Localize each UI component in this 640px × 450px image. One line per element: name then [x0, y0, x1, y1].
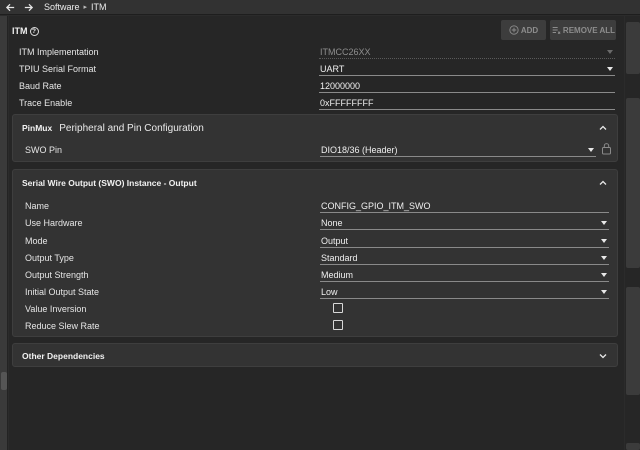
use-hardware-select[interactable]: None: [320, 215, 609, 230]
field-initial-output-state: Initial Output State Low: [25, 284, 609, 301]
config-pane: ITM ? ADD REMOVE ALL ITM Implementation …: [9, 16, 624, 450]
tpiu-serial-format-select[interactable]: UART: [319, 61, 615, 76]
swo-panel-header[interactable]: Serial Wire Output (SWO) Instance - Outp…: [13, 170, 617, 196]
left-scroll-strip[interactable]: [0, 16, 8, 450]
other-dependencies-title: Other Dependencies: [22, 351, 105, 361]
breadcrumb: Software ▸ ITM: [44, 2, 107, 12]
field-output-type: Output Type Standard: [25, 250, 609, 267]
field-label: Output Type: [25, 253, 74, 263]
pinmux-panel-title: PinMux Peripheral and Pin Configuration: [22, 123, 204, 134]
name-input[interactable]: CONFIG_GPIO_ITM_SWO: [320, 198, 609, 213]
right-rail: [625, 16, 640, 450]
left-scroll-thumb[interactable]: [1, 372, 7, 390]
page-title: ITM ?: [12, 26, 39, 36]
field-trace-enable: Trace Enable 0xFFFFFFFF: [19, 95, 615, 112]
output-strength-select[interactable]: Medium: [320, 267, 609, 282]
field-label: Reduce Slew Rate: [25, 321, 100, 331]
initial-output-state-select[interactable]: Low: [320, 284, 609, 299]
field-value: ITMCC26XX: [320, 47, 371, 57]
field-value: Output: [321, 236, 349, 246]
add-circle-icon: [509, 25, 519, 35]
breadcrumb-item-itm[interactable]: ITM: [91, 2, 107, 12]
field-value: UART: [320, 64, 345, 74]
field-reduce-slew-rate: Reduce Slew Rate: [25, 318, 609, 335]
field-label: Output Strength: [25, 270, 89, 280]
remove-all-icon: [552, 27, 561, 35]
chevron-down-icon: [601, 290, 607, 294]
swo-instance-panel: Serial Wire Output (SWO) Instance - Outp…: [12, 169, 618, 337]
field-value: DIO18/36 (Header): [321, 145, 398, 155]
field-label: SWO Pin: [25, 145, 63, 155]
reduce-slew-rate-checkbox[interactable]: [333, 320, 343, 330]
add-button[interactable]: ADD: [501, 20, 546, 40]
trace-enable-input[interactable]: 0xFFFFFFFF: [319, 95, 615, 110]
back-arrow-icon[interactable]: [2, 0, 18, 15]
field-label: Use Hardware: [25, 218, 83, 228]
forward-arrow-icon[interactable]: [20, 0, 36, 15]
field-value: Standard: [321, 253, 358, 263]
field-label: ITM Implementation: [19, 47, 99, 57]
chevron-down-icon: [601, 239, 607, 243]
field-label: TPIU Serial Format: [19, 64, 97, 74]
field-name: Name CONFIG_GPIO_ITM_SWO: [25, 198, 609, 215]
module-header: ITM ? ADD REMOVE ALL: [9, 16, 624, 46]
remove-all-button-label: REMOVE ALL: [562, 25, 616, 35]
pinmux-panel: PinMux Peripheral and Pin Configuration S…: [12, 114, 618, 162]
help-icon[interactable]: ?: [29, 26, 39, 36]
field-label: Initial Output State: [25, 287, 100, 297]
field-value: 0xFFFFFFFF: [320, 98, 374, 108]
field-itm-implementation: ITM Implementation ITMCC26XX: [19, 44, 615, 61]
right-rail-panel-2[interactable]: [626, 98, 640, 268]
field-label: Value Inversion: [25, 304, 87, 314]
right-rail-panel-3[interactable]: [626, 287, 640, 395]
chevron-up-icon[interactable]: [597, 177, 609, 189]
field-label: Trace Enable: [19, 98, 73, 108]
lock-icon[interactable]: [601, 142, 612, 155]
other-dependencies-header[interactable]: Other Dependencies: [13, 344, 617, 368]
field-tpiu-serial-format: TPIU Serial Format UART: [19, 61, 615, 78]
chevron-down-icon: [601, 256, 607, 260]
output-type-select[interactable]: Standard: [320, 250, 609, 265]
swo-panel-title: Serial Wire Output (SWO) Instance - Outp…: [22, 178, 197, 188]
chevron-down-icon: [588, 148, 594, 152]
chevron-down-icon[interactable]: [597, 350, 609, 362]
field-value: 12000000: [320, 81, 361, 91]
page-title-text: ITM: [12, 26, 28, 36]
chevron-down-icon: [607, 50, 613, 54]
right-rail-panel-4[interactable]: [626, 443, 640, 450]
field-value: Medium: [321, 270, 354, 280]
breadcrumb-separator-icon: ▸: [83, 4, 88, 11]
other-dependencies-panel: Other Dependencies: [12, 343, 618, 367]
field-swo-pin: SWO Pin DIO18/36 (Header): [25, 142, 611, 159]
field-baud-rate: Baud Rate 12000000: [19, 78, 615, 95]
add-button-label: ADD: [520, 25, 539, 35]
chevron-down-icon: [601, 273, 607, 277]
pinmux-title: PinMux: [22, 123, 53, 133]
right-rail-panel-1[interactable]: [626, 22, 640, 74]
field-label: Mode: [25, 236, 48, 246]
pinmux-panel-header[interactable]: PinMux Peripheral and Pin Configuration: [13, 115, 617, 141]
breadcrumb-item-software[interactable]: Software: [44, 2, 80, 12]
field-value: Low: [321, 287, 338, 297]
remove-all-button[interactable]: REMOVE ALL: [550, 20, 616, 40]
field-mode: Mode Output: [25, 233, 609, 250]
swo-pin-select[interactable]: DIO18/36 (Header): [320, 142, 611, 157]
baud-rate-input[interactable]: 12000000: [319, 78, 615, 93]
field-value-inversion: Value Inversion: [25, 301, 609, 318]
field-label: Baud Rate: [19, 81, 62, 91]
chevron-down-icon: [607, 67, 613, 71]
chevron-down-icon: [601, 221, 607, 225]
pinmux-subtitle: Peripheral and Pin Configuration: [59, 123, 204, 134]
field-value: CONFIG_GPIO_ITM_SWO: [321, 201, 431, 211]
field-use-hardware: Use Hardware None: [25, 215, 609, 232]
top-bar: Software ▸ ITM: [0, 0, 640, 15]
mode-select[interactable]: Output: [320, 233, 609, 248]
field-value: None: [321, 218, 343, 228]
field-label: Name: [25, 201, 50, 211]
field-output-strength: Output Strength Medium: [25, 267, 609, 284]
value-inversion-checkbox[interactable]: [333, 303, 343, 313]
itm-implementation-select: ITMCC26XX: [319, 44, 615, 59]
chevron-up-icon[interactable]: [597, 122, 609, 134]
